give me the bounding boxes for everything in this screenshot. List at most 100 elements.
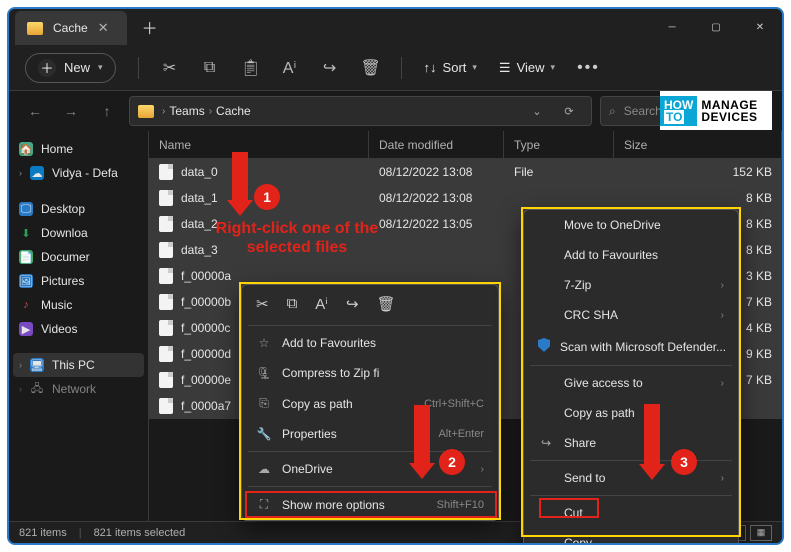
view-label: View	[517, 60, 545, 75]
search-icon: ⌕	[609, 104, 616, 119]
file-icon	[159, 346, 173, 362]
chevron-right-icon: ›	[209, 106, 212, 117]
copy-icon[interactable]: ⧉	[201, 59, 219, 77]
sidebar-desktop[interactable]: 🖵Desktop	[13, 197, 144, 221]
copy-icon[interactable]: ⧉	[287, 295, 298, 313]
sidebar-network[interactable]: ›🖧Network	[13, 377, 144, 401]
plus-icon: ＋	[38, 59, 56, 77]
menu-show-more-options[interactable]: ⛶Show more optionsShift+F10	[242, 489, 498, 520]
window-tab[interactable]: Cache ✕	[15, 11, 127, 45]
share-icon[interactable]: ↪	[321, 58, 339, 78]
menu-send-to[interactable]: Send to›	[524, 463, 738, 493]
up-button[interactable]: ↑	[93, 97, 121, 125]
more-button[interactable]: •••	[577, 59, 600, 77]
menu-add-favourites[interactable]: ☆Add to Favourites	[242, 328, 498, 358]
path-icon: ⎘	[256, 396, 272, 411]
arrow-1	[227, 152, 253, 216]
file-icon	[159, 242, 173, 258]
rename-icon[interactable]: Aⁱ	[281, 58, 299, 78]
close-tab-icon[interactable]: ✕	[98, 20, 109, 36]
menu-give-access[interactable]: Give access to›	[524, 368, 738, 398]
watermark: HOWTO MANAGEDEVICES	[660, 91, 772, 130]
status-selected: 821 items selected	[94, 527, 186, 539]
forward-button: →	[57, 97, 85, 125]
col-name[interactable]: Name	[149, 131, 369, 158]
star-icon: ☆	[256, 336, 272, 350]
close-button[interactable]: ✕	[738, 9, 782, 45]
sidebar-pictures[interactable]: 🖼Pictures	[13, 269, 144, 293]
paste-icon[interactable]: 📋︎	[241, 58, 259, 78]
sidebar-documents[interactable]: 📄Documer	[13, 245, 144, 269]
file-icon	[159, 190, 173, 206]
file-icon	[159, 294, 173, 310]
address-bar[interactable]: › Teams › Cache ⌄ ⟳	[129, 96, 592, 126]
menu-add-favourites[interactable]: Add to Favourites	[524, 240, 738, 270]
command-bar: ＋ New ▾ ✂ ⧉ 📋︎ Aⁱ ↪ 🗑︎ ↑↓ Sort ▾ ☰ View …	[9, 45, 782, 91]
menu-properties[interactable]: 🔧PropertiesAlt+Enter	[242, 419, 498, 449]
back-button[interactable]: ←	[21, 97, 49, 125]
breadcrumb-item[interactable]: Cache	[216, 104, 251, 118]
file-icon	[159, 320, 173, 336]
sidebar-downloads[interactable]: ⬇Downloa	[13, 221, 144, 245]
sidebar-this-pc[interactable]: ›🖥This PC	[13, 353, 144, 377]
arrow-2	[409, 405, 435, 479]
sort-label: Sort	[443, 60, 467, 75]
zip-icon: 🗜	[256, 366, 272, 380]
menu-7zip[interactable]: 7-Zip›	[524, 270, 738, 300]
sidebar-onedrive[interactable]: ›☁Vidya - Defa	[13, 161, 144, 185]
explorer-window: Cache ✕ ＋ ─ ▢ ✕ ＋ New ▾ ✂ ⧉ 📋︎ Aⁱ ↪ 🗑︎ ↑…	[7, 7, 784, 545]
view-button[interactable]: ☰ View ▾	[499, 60, 555, 76]
arrow-3	[639, 404, 665, 480]
col-date[interactable]: Date modified	[369, 131, 504, 158]
delete-icon[interactable]: 🗑︎	[377, 295, 396, 313]
share-icon[interactable]: ↪	[346, 295, 359, 313]
nav-sidebar: 🏠Home ›☁Vidya - Defa 🖵Desktop ⬇Downloa 📄…	[9, 131, 149, 521]
annotation-text: Right-click one of theselected files	[207, 219, 387, 257]
context-menu-classic: Move to OneDrive Add to Favourites 7-Zip…	[523, 209, 739, 545]
delete-icon[interactable]: 🗑︎	[361, 58, 379, 78]
menu-copy-path[interactable]: ⎘Copy as pathCtrl+Shift+C	[242, 388, 498, 419]
sidebar-videos[interactable]: ▶Videos	[13, 317, 144, 341]
shield-icon	[538, 338, 550, 352]
cut-icon[interactable]: ✂	[256, 295, 269, 313]
menu-share[interactable]: ↪Share	[524, 428, 738, 458]
breadcrumb-item[interactable]: Teams	[169, 104, 204, 118]
view-icon: ☰	[499, 60, 511, 76]
status-count: 821 items	[19, 527, 67, 539]
folder-icon	[138, 105, 154, 118]
icons-view-button[interactable]: ▦	[750, 525, 772, 541]
menu-copy-path[interactable]: Copy as path	[524, 398, 738, 428]
chevron-down-icon[interactable]: ⌄	[523, 105, 551, 118]
share-icon: ↪	[538, 436, 554, 450]
new-tab-button[interactable]: ＋	[135, 11, 165, 43]
new-label: New	[64, 60, 90, 75]
file-icon	[159, 164, 173, 180]
menu-compress-zip[interactable]: 🗜Compress to Zip fi	[242, 358, 498, 388]
refresh-icon[interactable]: ⟳	[555, 105, 583, 118]
maximize-button[interactable]: ▢	[694, 9, 738, 45]
wrench-icon: 🔧	[256, 427, 272, 441]
chevron-right-icon: ›	[481, 464, 484, 475]
col-size[interactable]: Size	[614, 131, 782, 158]
rename-icon[interactable]: Aⁱ	[315, 295, 328, 313]
menu-move-onedrive[interactable]: Move to OneDrive	[524, 210, 738, 240]
col-type[interactable]: Type	[504, 131, 614, 158]
sidebar-home[interactable]: 🏠Home	[13, 137, 144, 161]
folder-icon	[27, 22, 43, 35]
minimize-button[interactable]: ─	[650, 9, 694, 45]
step-badge-2: 2	[439, 449, 465, 475]
menu-copy[interactable]: Copy	[524, 528, 738, 545]
new-button[interactable]: ＋ New ▾	[25, 53, 116, 83]
step-badge-1: 1	[254, 184, 280, 210]
file-icon	[159, 268, 173, 284]
menu-cut[interactable]: Cut	[524, 498, 738, 528]
cut-icon[interactable]: ✂	[161, 58, 179, 78]
sort-icon: ↑↓	[424, 60, 437, 75]
menu-defender-scan[interactable]: Scan with Microsoft Defender...	[524, 330, 738, 363]
file-icon	[159, 216, 173, 232]
sort-button[interactable]: ↑↓ Sort ▾	[424, 60, 477, 75]
menu-crc-sha[interactable]: CRC SHA›	[524, 300, 738, 330]
sidebar-music[interactable]: ♪Music	[13, 293, 144, 317]
chevron-right-icon: ›	[162, 106, 165, 117]
cloud-icon: ☁	[256, 462, 272, 476]
